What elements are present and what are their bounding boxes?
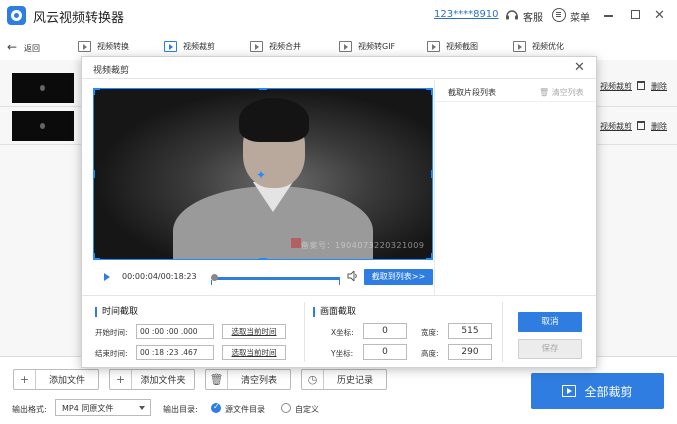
video-convert-icon: [78, 41, 91, 52]
start-time-label: 开始时间:: [95, 328, 128, 337]
close-icon[interactable]: ✕: [574, 60, 585, 75]
dialog-title: 视频裁剪: [93, 66, 130, 76]
clip-list-header: 截取片段列表 🗑 清空列表: [434, 80, 596, 102]
radio-source-dir-label[interactable]: 源文件目录: [225, 404, 265, 415]
menu-icon[interactable]: [552, 8, 566, 22]
crop-handle[interactable]: [426, 88, 433, 95]
clear-list-button[interactable]: 🗑 清空列表: [205, 369, 291, 390]
timeline-handle[interactable]: [211, 274, 218, 281]
range-end-marker[interactable]: [339, 280, 340, 285]
width-label: 宽度:: [421, 328, 439, 337]
crop-handle[interactable]: [93, 253, 100, 260]
frame-section-title: 画面截取: [313, 307, 356, 317]
output-format-select[interactable]: MP4 同原文件: [55, 399, 151, 416]
radio-custom-dir[interactable]: [281, 403, 291, 413]
menu-button[interactable]: 菜单: [570, 9, 590, 24]
height-input[interactable]: 290: [448, 344, 492, 360]
radio-source-dir[interactable]: [211, 402, 221, 413]
add-file-icon: +: [14, 370, 36, 389]
crop-handle[interactable]: [93, 170, 95, 178]
tool-convert[interactable]: 视频转换: [78, 41, 129, 52]
play-icon[interactable]: [104, 273, 110, 281]
pick-start-time-button[interactable]: 选取当前时间: [222, 324, 286, 339]
video-gif-icon: [339, 41, 352, 52]
crop-move-icon[interactable]: ✦: [256, 168, 266, 182]
video-merge-icon: [250, 41, 263, 52]
app-logo-icon: [7, 6, 26, 25]
app-title: 风云视频转换器: [33, 11, 125, 26]
clear-clip-list-button[interactable]: 🗑 清空列表: [539, 87, 584, 98]
timecode: 00:00:04/00:18:23: [122, 272, 197, 281]
history-button[interactable]: ◷ 历史记录: [301, 369, 387, 390]
add-folder-icon: +: [110, 370, 132, 389]
video-optimize-icon: [513, 41, 526, 52]
height-label: 高度:: [421, 349, 439, 358]
volume-icon[interactable]: [347, 271, 359, 281]
close-icon[interactable]: ✕: [654, 8, 665, 23]
tool-merge[interactable]: 视频合并: [250, 41, 301, 52]
play-icon: [562, 385, 577, 397]
title-bar: 风云视频转换器 123****8910 客服 菜单 ✕: [0, 0, 677, 32]
dialog-header: 视频裁剪 ✕: [82, 57, 596, 79]
account-link[interactable]: 123****8910: [434, 9, 499, 20]
add-file-button[interactable]: + 添加文件: [13, 369, 99, 390]
tool-screenshot[interactable]: 视频截图: [427, 41, 478, 52]
timeline-track[interactable]: [213, 277, 340, 280]
width-input[interactable]: 515: [448, 323, 492, 339]
minimize-icon[interactable]: [604, 15, 613, 17]
y-coord-label: Y坐标:: [331, 349, 354, 358]
back-arrow-icon[interactable]: ←: [7, 40, 17, 54]
radio-custom-dir-label[interactable]: 自定义: [295, 404, 319, 415]
video-preview[interactable]: 备案号：1904073220321009 ✦: [93, 88, 433, 260]
crop-dialog: 视频裁剪 ✕ 备案号：1904073220321009 ✦ 截取片段列表 🗑 清…: [81, 56, 597, 368]
headset-icon[interactable]: [505, 8, 519, 22]
chevron-down-icon: [139, 406, 145, 410]
start-time-input[interactable]: 00 :00 :00 .000: [136, 324, 214, 339]
maximize-icon[interactable]: [631, 10, 640, 19]
crop-handle[interactable]: [426, 253, 433, 260]
clock-icon: ◷: [302, 370, 324, 389]
x-coord-input[interactable]: 0: [363, 323, 407, 339]
crop-handle[interactable]: [93, 88, 100, 95]
tool-crop[interactable]: 视频裁剪: [164, 41, 215, 52]
time-section-title: 时间截取: [95, 307, 138, 317]
pick-end-time-button[interactable]: 选取当前时间: [222, 345, 286, 360]
trash-icon: 🗑: [206, 370, 228, 389]
cancel-button[interactable]: 取消: [518, 312, 582, 332]
back-button[interactable]: 返回: [24, 43, 40, 54]
save-button[interactable]: 保存: [518, 339, 582, 359]
crop-all-button[interactable]: 全部裁剪: [531, 373, 664, 409]
video-crop-icon: [164, 41, 177, 52]
range-start-marker[interactable]: [211, 280, 212, 285]
crop-handle[interactable]: [259, 88, 267, 90]
video-screenshot-icon: [427, 41, 440, 52]
end-time-input[interactable]: 00 :18 :23 .467: [136, 345, 214, 360]
add-folder-button[interactable]: + 添加文件夹: [109, 369, 195, 390]
crop-handle[interactable]: [431, 170, 433, 178]
add-to-list-button[interactable]: 截取到列表>>: [364, 269, 433, 285]
y-coord-input[interactable]: 0: [363, 344, 407, 360]
output-dir-label: 输出目录:: [163, 405, 198, 414]
service-button[interactable]: 客服: [523, 9, 543, 24]
tool-optimize[interactable]: 视频优化: [513, 41, 564, 52]
crop-handle[interactable]: [259, 258, 267, 260]
tool-gif[interactable]: 视频转GIF: [339, 41, 395, 52]
x-coord-label: X坐标:: [331, 328, 354, 337]
clip-list-title: 截取片段列表: [448, 88, 496, 97]
output-format-label: 输出格式:: [12, 405, 47, 414]
end-time-label: 结束时间:: [95, 349, 128, 358]
